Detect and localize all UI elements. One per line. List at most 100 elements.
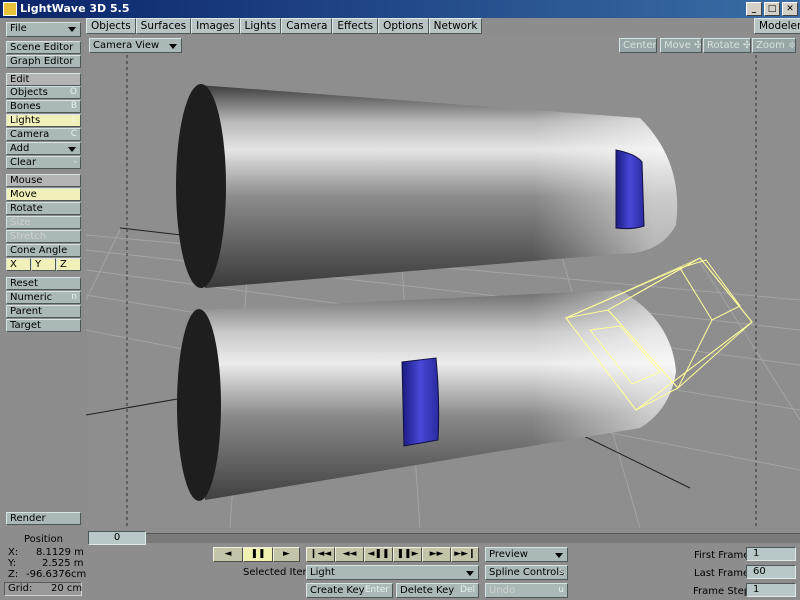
- add-menu-label: Add: [10, 143, 30, 154]
- last-frame-label: Last Frame: [694, 568, 750, 579]
- grid-label: Grid:: [8, 583, 33, 594]
- scene-editor-button[interactable]: Scene Editor: [6, 41, 81, 54]
- shortcut-key: s: [559, 567, 564, 577]
- mouse-move-button[interactable]: Move: [6, 188, 81, 201]
- position-x-value: 8.1129 m: [36, 547, 84, 558]
- preview-label: Preview: [489, 549, 528, 560]
- add-menu[interactable]: Add: [6, 142, 81, 155]
- last-frame-button[interactable]: ►►❙: [451, 547, 479, 562]
- edit-bones-button[interactable]: Bones B: [6, 100, 81, 113]
- center-button[interactable]: Center: [619, 38, 657, 53]
- app-icon: [3, 2, 17, 16]
- close-button[interactable]: ✕: [782, 2, 798, 16]
- rewind-button[interactable]: ◄◄: [335, 547, 364, 562]
- edit-header: Edit: [6, 73, 81, 86]
- target-button[interactable]: Target: [6, 319, 81, 332]
- axis-y-toggle[interactable]: Y: [31, 258, 56, 271]
- tab-effects[interactable]: Effects: [332, 18, 379, 34]
- maximize-button[interactable]: □: [764, 2, 780, 16]
- view-select[interactable]: Camera View: [89, 38, 182, 53]
- file-menu-label: File: [10, 23, 27, 34]
- edit-lights-button[interactable]: Lights L: [6, 114, 81, 127]
- scene-render: [86, 55, 800, 528]
- view-rotate-button[interactable]: Rotate ✣: [703, 38, 751, 53]
- chevron-down-icon: [466, 571, 474, 576]
- next-frame-button[interactable]: ►: [273, 547, 300, 562]
- tab-options[interactable]: Options: [378, 18, 429, 34]
- file-menu[interactable]: File: [6, 22, 81, 37]
- frame-slider-track[interactable]: [146, 533, 800, 543]
- clear-label: Clear: [10, 157, 37, 168]
- spline-controls-label: Spline Controls: [489, 567, 565, 578]
- delete-key-label: Delete Key: [400, 585, 455, 596]
- position-z-label: Z:: [8, 569, 19, 580]
- mouse-size-button[interactable]: Size: [6, 216, 81, 229]
- preview-menu[interactable]: Preview: [485, 547, 568, 562]
- delete-key-button[interactable]: Delete Key Del: [396, 583, 479, 598]
- shortcut-key: -: [73, 157, 77, 167]
- modeler-button[interactable]: Modeler: [754, 18, 800, 34]
- undo-label: Undo: [489, 585, 516, 596]
- edit-camera-label: Camera: [10, 129, 50, 140]
- edit-camera-button[interactable]: Camera C: [6, 128, 81, 141]
- axis-z-toggle[interactable]: Z: [56, 258, 81, 271]
- position-title: Position: [24, 534, 63, 545]
- previous-frame-button[interactable]: ◄: [213, 547, 243, 562]
- parent-button[interactable]: Parent: [6, 305, 81, 318]
- camera-viewport[interactable]: [86, 55, 800, 528]
- tab-lights[interactable]: Lights: [239, 18, 282, 34]
- edit-objects-label: Objects: [10, 87, 48, 98]
- mouse-cone-angle-button[interactable]: Cone Angle: [6, 244, 81, 257]
- position-z-value: -96.6376cm: [26, 569, 87, 580]
- chevron-down-icon: [68, 27, 76, 32]
- create-key-button[interactable]: Create Key Enter: [306, 583, 393, 598]
- position-x-label: X:: [8, 547, 19, 558]
- tab-network[interactable]: Network: [428, 18, 483, 34]
- chevron-down-icon: [68, 147, 76, 152]
- mouse-header: Mouse: [6, 174, 81, 187]
- view-select-label: Camera View: [93, 40, 160, 51]
- step-back-button[interactable]: ◄❚❚: [364, 547, 393, 562]
- frame-slider-value[interactable]: 0: [88, 531, 146, 545]
- fast-forward-button[interactable]: ►►: [422, 547, 451, 562]
- shortcut-key: Del: [460, 585, 475, 595]
- first-frame-button[interactable]: ❙◄◄: [306, 547, 335, 562]
- tab-surfaces[interactable]: Surfaces: [135, 18, 192, 34]
- view-zoom-button[interactable]: Zoom ≑: [752, 38, 796, 53]
- tab-images[interactable]: Images: [191, 18, 240, 34]
- shortcut-key: n: [71, 292, 77, 302]
- spline-controls-button[interactable]: Spline Controls s: [485, 565, 568, 580]
- tab-camera[interactable]: Camera: [281, 18, 333, 34]
- create-key-label: Create Key: [310, 585, 365, 596]
- mouse-rotate-button[interactable]: Rotate: [6, 202, 81, 215]
- window-title: LightWave 3D 5.5: [20, 2, 130, 15]
- step-forward-button[interactable]: ❚❚►: [393, 547, 422, 562]
- tab-objects[interactable]: Objects: [86, 18, 136, 34]
- numeric-label: Numeric: [10, 292, 53, 303]
- axis-x-toggle[interactable]: X: [6, 258, 31, 271]
- graph-editor-button[interactable]: Graph Editor: [6, 55, 81, 68]
- clear-button[interactable]: Clear -: [6, 156, 81, 169]
- undo-button[interactable]: Undo u: [485, 583, 568, 598]
- last-frame-field[interactable]: 60: [746, 565, 796, 579]
- title-bar: LightWave 3D 5.5 _ □ ✕: [0, 0, 800, 18]
- frame-step-label: Frame Step: [693, 586, 751, 597]
- minimize-button[interactable]: _: [746, 2, 762, 16]
- shortcut-key: Enter: [364, 585, 389, 595]
- shortcut-key: C: [70, 129, 77, 139]
- grid-value: 20 cm: [51, 583, 83, 594]
- numeric-button[interactable]: Numeric n: [6, 291, 81, 304]
- edit-objects-button[interactable]: Objects O: [6, 86, 81, 99]
- pause-button[interactable]: ❚❚: [243, 547, 273, 562]
- render-button[interactable]: Render: [6, 512, 81, 525]
- view-move-button[interactable]: Move ✣: [660, 38, 702, 53]
- reset-button[interactable]: Reset: [6, 277, 81, 290]
- frame-step-field[interactable]: 1: [746, 583, 796, 597]
- chevron-down-icon: [169, 44, 177, 49]
- shortcut-key: L: [71, 115, 77, 125]
- mouse-stretch-button[interactable]: Stretch: [6, 230, 81, 243]
- selected-item-label: Selected Item: [243, 567, 313, 578]
- selected-item-select[interactable]: Light: [306, 565, 479, 580]
- position-y-label: Y:: [8, 558, 17, 569]
- first-frame-field[interactable]: 1: [746, 547, 796, 561]
